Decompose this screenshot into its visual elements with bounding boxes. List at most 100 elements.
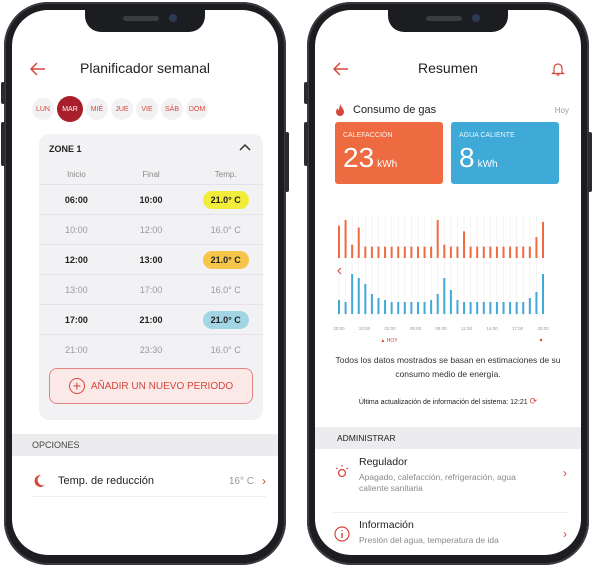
bar-1-2 (351, 274, 354, 314)
bar-0-2 (351, 244, 354, 258)
bar-1-27 (515, 302, 518, 314)
add-period-button[interactable]: AÑADIR UN NUEVO PERIODO (49, 368, 253, 404)
day-selector: LUN MAR MIÉ JUE VIE SÁB DOM (32, 96, 266, 122)
bar-1-12 (416, 302, 419, 314)
day-jue[interactable]: JUE (111, 98, 133, 120)
disclaimer-text: Todos los datos mostrados se basan en es… (335, 355, 561, 379)
bar-1-28 (522, 302, 525, 314)
day-mar[interactable]: MAR (57, 96, 83, 122)
temperature-value: 16.0° C (210, 284, 241, 295)
day-mié[interactable]: MIÉ (86, 98, 108, 120)
x-tick-label: 11:00 (461, 326, 472, 331)
regulator-title: Regulador (359, 456, 408, 468)
bar-0-30 (535, 237, 538, 258)
day-sáb[interactable]: SÁB (161, 98, 183, 120)
regulator-desc: Apagado, calefacción, refrigeración, agu… (359, 472, 516, 493)
last-update-text: Última actualización de información del … (358, 399, 528, 406)
chevron-left-icon[interactable] (337, 267, 342, 275)
end-time: 12:00 (139, 224, 163, 235)
x-tick-label: 05:00 (410, 326, 422, 331)
header: Planificador semanal (12, 60, 278, 80)
temperature: 16.0° C (188, 225, 263, 235)
end-time: 21:00 (139, 314, 163, 325)
bar-0-5 (370, 246, 373, 258)
right-screen: Resumen Consumo de gas Hoy CALEFACCIÓN 2… (315, 10, 581, 555)
table-row[interactable]: 06:00 10:00 21.0° C (39, 184, 263, 214)
header-temp: Temp. (214, 169, 237, 179)
start-time: 17:00 (64, 314, 88, 325)
bar-0-7 (384, 246, 387, 258)
plus-circle-icon (68, 378, 85, 394)
start-time: 10:00 (65, 224, 88, 235)
bar-1-18 (456, 300, 459, 314)
bar-1-31 (542, 274, 544, 314)
period-selector[interactable]: Hoy (555, 106, 569, 115)
bar-1-30 (535, 292, 538, 314)
hot-water-card[interactable]: AGUA CALIENTE 8 kWh (451, 122, 559, 184)
bell-icon[interactable] (551, 61, 565, 77)
bar-0-27 (515, 246, 518, 258)
bar-0-11 (410, 246, 413, 258)
temperature: 21.0° C (188, 250, 263, 269)
x-tick-label: 23:00 (359, 326, 371, 331)
temperature-value: 16.0° C (210, 344, 241, 355)
table-row[interactable]: 13:00 17:00 16.0° C (39, 274, 263, 304)
info-item[interactable]: Información Presión del agua, temperatur… (333, 512, 569, 555)
bar-1-24 (495, 302, 498, 314)
bar-0-26 (509, 246, 512, 258)
bar-1-1 (344, 302, 347, 314)
heating-card[interactable]: CALEFACCIÓN 23 kWh (335, 122, 443, 184)
bar-0-8 (390, 246, 393, 258)
header: Resumen (315, 60, 581, 80)
left-screen: Planificador semanal LUN MAR MIÉ JUE VIE SÁB D… (12, 10, 278, 555)
bar-0-9 (397, 246, 400, 258)
schedule-table: Inicio Final Temp. 06:00 10:00 21.0° C 10:0… (39, 164, 263, 364)
reduction-temp-label: Temp. de reducción (58, 475, 154, 487)
dot-marker (539, 338, 543, 342)
admin-header: ADMINISTRAR (315, 427, 581, 449)
bar-1-5 (370, 294, 373, 314)
bar-0-31 (542, 221, 544, 258)
reduction-temp-row[interactable]: Temp. de reducción 16° C › (32, 466, 266, 497)
right-phone-frame: Resumen Consumo de gas Hoy CALEFACCIÓN 2… (304, 2, 592, 565)
start-time: 06:00 (64, 194, 88, 205)
temperature: 21.0° C (188, 190, 263, 209)
bar-0-4 (364, 246, 367, 258)
flame-icon (336, 103, 344, 116)
temperature: 16.0° C (188, 285, 263, 295)
temperature-value: 21.0° C (202, 310, 249, 329)
temperature-value: 21.0° C (202, 190, 249, 209)
x-tick-label: 20:00 (333, 326, 345, 331)
options-header: OPCIONES (12, 434, 278, 456)
chevron-right-icon: › (563, 527, 567, 541)
bar-1-20 (469, 302, 472, 314)
hoy-marker: ▲ HOY (380, 338, 398, 344)
x-tick-label: 14:00 (486, 326, 498, 331)
refresh-icon[interactable]: ⟳ (530, 396, 538, 406)
table-row[interactable]: 21:00 23:30 16.0° C (39, 334, 263, 364)
bar-0-24 (495, 246, 498, 258)
bar-1-15 (436, 294, 439, 314)
bar-0-13 (423, 246, 426, 258)
bar-0-3 (357, 227, 360, 258)
bar-0-23 (489, 246, 492, 258)
table-row[interactable]: 17:00 21:00 21.0° C (39, 304, 263, 334)
hot-water-label: AGUA CALIENTE (459, 132, 515, 139)
table-row[interactable]: 12:00 13:00 21.0° C (39, 244, 263, 274)
day-dom[interactable]: DOM (186, 98, 208, 120)
hot-water-value: 8 kWh (459, 142, 498, 173)
info-icon (334, 526, 350, 542)
day-lun[interactable]: LUN (32, 98, 54, 120)
x-tick-label: 20:00 (537, 326, 549, 331)
start-time: 21:00 (65, 344, 88, 355)
bar-1-21 (476, 302, 479, 314)
bar-1-25 (502, 302, 505, 314)
day-vie[interactable]: VIE (136, 98, 158, 120)
bar-1-14 (430, 300, 433, 314)
regulator-item[interactable]: Regulador Apagado, calefacción, refriger… (333, 456, 569, 504)
left-phone-frame: Planificador semanal LUN MAR MIÉ JUE VIE SÁB D… (1, 2, 289, 565)
chevron-up-icon[interactable] (239, 142, 251, 152)
bar-1-29 (528, 298, 531, 314)
header-end: Final (142, 169, 160, 179)
table-row[interactable]: 10:00 12:00 16.0° C (39, 214, 263, 244)
